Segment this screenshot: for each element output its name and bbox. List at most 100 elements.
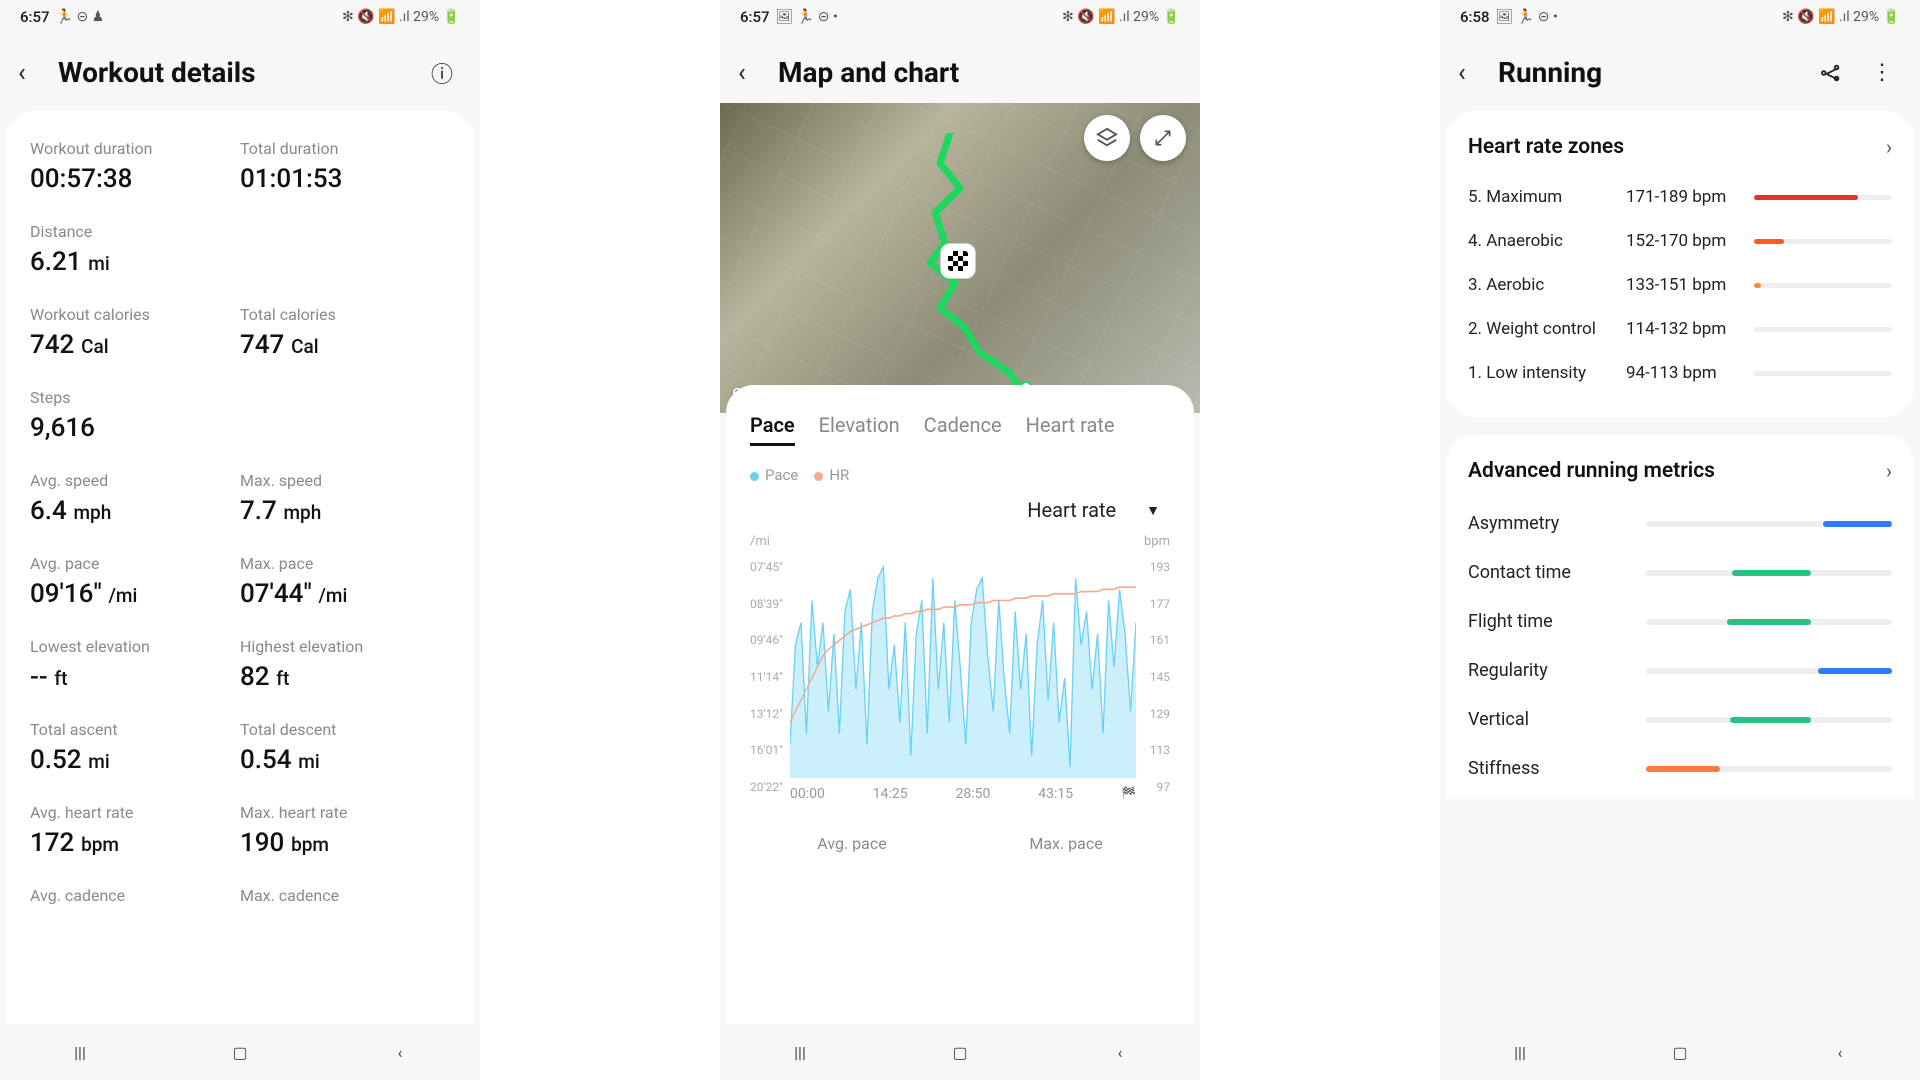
metric-max-pace: Max. pace07'44" /mi bbox=[240, 554, 450, 609]
metric-total-calories: Total calories747 Cal bbox=[240, 305, 450, 360]
finish-flag-icon: 🏁 bbox=[1121, 786, 1136, 802]
tab-heart-rate[interactable]: Heart rate bbox=[1026, 413, 1115, 446]
overlay-dropdown[interactable]: Heart rate ▼ bbox=[746, 496, 1174, 532]
metric-lowest-elevation: Lowest elevation-- ft bbox=[30, 637, 240, 692]
dropdown-label: Heart rate bbox=[1027, 498, 1116, 522]
ytick-right: 177 bbox=[1150, 597, 1170, 611]
status-bar: 6:57 🖼 🏃 ⊝ • ✻ 🔇 📶 .ıl 29% 🔋 bbox=[720, 0, 1200, 34]
more-icon[interactable]: ⋮ bbox=[1866, 57, 1898, 89]
ytick-right: 145 bbox=[1150, 670, 1170, 684]
finish-flag-icon bbox=[940, 243, 976, 279]
metric-distance: Distance6.21 mi bbox=[30, 222, 240, 277]
header: ‹ Running ⋮ bbox=[1440, 34, 1920, 111]
back-button[interactable]: ‹ bbox=[1458, 58, 1480, 88]
metric-avg-heart-rate: Avg. heart rate172 bpm bbox=[30, 803, 240, 858]
metric-workout-calories: Workout calories742 Cal bbox=[30, 305, 240, 360]
ytick-left: 07'45" bbox=[750, 560, 783, 574]
status-right-icons: ✻ 🔇 📶 .ıl 29% 🔋 bbox=[342, 9, 460, 25]
recents-button[interactable]: ||| bbox=[65, 1037, 95, 1067]
status-bar: 6:58 🖼 🏃 ⊝ • ✻ 🔇 📶 .ıl 29% 🔋 bbox=[1440, 0, 1920, 34]
bottom-stats: Avg. pace Max. pace bbox=[746, 808, 1174, 853]
status-left-icons: 🖼 🏃 ⊝ • bbox=[776, 9, 838, 25]
status-right-icons: ✻ 🔇 📶 .ıl 29% 🔋 bbox=[1782, 9, 1900, 25]
adv-row-vertical: Vertical bbox=[1468, 695, 1892, 744]
metric-avg-pace: Avg. pace09'16" /mi bbox=[30, 554, 240, 609]
ytick-left: 16'01" bbox=[750, 743, 783, 757]
advanced-metrics-title: Advanced running metrics bbox=[1468, 459, 1715, 483]
page-title: Workout details bbox=[58, 56, 408, 89]
advanced-metrics-card: Advanced running metrics › AsymmetryCont… bbox=[1446, 435, 1914, 799]
xtick: 28:50 bbox=[956, 786, 991, 802]
recents-button[interactable]: ||| bbox=[785, 1037, 815, 1067]
back-button[interactable]: ‹ bbox=[18, 58, 40, 88]
header: ‹ Map and chart bbox=[720, 34, 1200, 103]
status-time: 6:57 bbox=[740, 8, 770, 26]
nav-back-button[interactable]: ‹ bbox=[1105, 1037, 1135, 1067]
zone-row: 3. Aerobic133-151 bpm bbox=[1468, 263, 1892, 307]
hr-zones-title: Heart rate zones bbox=[1468, 135, 1624, 159]
xtick: 43:15 bbox=[1038, 786, 1073, 802]
ytick-right: 129 bbox=[1150, 707, 1170, 721]
chevron-right-icon: › bbox=[1886, 459, 1892, 483]
ytick-left: 08'39" bbox=[750, 597, 783, 611]
screen-map-chart: 6:57 🖼 🏃 ⊝ • ✻ 🔇 📶 .ıl 29% 🔋 ‹ Map and ch… bbox=[720, 0, 1200, 1080]
hr-zones-header[interactable]: Heart rate zones › bbox=[1468, 131, 1892, 175]
ytick-right: 97 bbox=[1157, 780, 1171, 794]
metrics-card: Workout duration00:57:38Total duration01… bbox=[6, 111, 474, 1024]
metric-max-cadence: Max. cadence bbox=[240, 886, 450, 941]
share-icon[interactable] bbox=[1816, 57, 1848, 89]
page-title: Running bbox=[1498, 56, 1798, 89]
tab-pace[interactable]: Pace bbox=[750, 413, 795, 446]
y-unit-left: /mi bbox=[750, 534, 770, 549]
header: ‹ Workout details ⓘ bbox=[0, 34, 480, 111]
system-navbar: ||| ▢ ‹ bbox=[720, 1024, 1200, 1080]
metric-total-ascent: Total ascent0.52 mi bbox=[30, 720, 240, 775]
ytick-right: 113 bbox=[1150, 743, 1170, 757]
metric-avg-speed: Avg. speed6.4 mph bbox=[30, 471, 240, 526]
advanced-metrics-header[interactable]: Advanced running metrics › bbox=[1468, 455, 1892, 499]
status-time: 6:58 bbox=[1460, 8, 1490, 26]
caret-down-icon: ▼ bbox=[1146, 502, 1160, 519]
tab-cadence[interactable]: Cadence bbox=[924, 413, 1002, 446]
tab-elevation[interactable]: Elevation bbox=[819, 413, 900, 446]
home-button[interactable]: ▢ bbox=[1665, 1037, 1695, 1067]
y-unit-right: bpm bbox=[1144, 534, 1170, 549]
status-time: 6:57 bbox=[20, 8, 50, 26]
chart-card: Pace Elevation Cadence Heart rate Pace HR H… bbox=[726, 385, 1194, 1024]
metric-steps: Steps9,616 bbox=[30, 388, 240, 443]
ytick-left: 20'22" bbox=[750, 780, 783, 794]
zone-row: 4. Anaerobic152-170 bpm bbox=[1468, 219, 1892, 263]
xtick: 00:00 bbox=[790, 786, 825, 802]
ytick-right: 161 bbox=[1150, 633, 1170, 647]
map[interactable]: Google bbox=[720, 103, 1200, 413]
layers-button[interactable] bbox=[1084, 115, 1130, 161]
info-icon[interactable]: ⓘ bbox=[426, 57, 458, 89]
max-pace-label: Max. pace bbox=[1029, 834, 1102, 853]
nav-back-button[interactable]: ‹ bbox=[385, 1037, 415, 1067]
ytick-left: 11'14" bbox=[750, 670, 783, 684]
zone-row: 5. Maximum171-189 bpm bbox=[1468, 175, 1892, 219]
status-right-icons: ✻ 🔇 📶 .ıl 29% 🔋 bbox=[1062, 9, 1180, 25]
status-left-icons: 🖼 🏃 ⊝ • bbox=[1496, 9, 1558, 25]
legend-pace: Pace bbox=[765, 466, 798, 484]
screen-workout-details: 6:57🏃 ⊝ ♟ ✻ 🔇 📶 .ıl 29% 🔋 ‹ Workout deta… bbox=[0, 0, 480, 1080]
chart-area: /mi bpm 07'45"08'39"09'46"11'14"13'12"16… bbox=[750, 538, 1170, 808]
chevron-right-icon: › bbox=[1886, 135, 1892, 159]
home-button[interactable]: ▢ bbox=[945, 1037, 975, 1067]
home-button[interactable]: ▢ bbox=[225, 1037, 255, 1067]
expand-button[interactable] bbox=[1140, 115, 1186, 161]
adv-row-stiffness: Stiffness bbox=[1468, 744, 1892, 793]
legend-hr: HR bbox=[829, 466, 849, 484]
back-button[interactable]: ‹ bbox=[738, 58, 760, 88]
system-navbar: ||| ▢ ‹ bbox=[1440, 1024, 1920, 1080]
adv-row-regularity: Regularity bbox=[1468, 646, 1892, 695]
adv-row-asymmetry: Asymmetry bbox=[1468, 499, 1892, 548]
metric-max-heart-rate: Max. heart rate190 bpm bbox=[240, 803, 450, 858]
metric-max-speed: Max. speed7.7 mph bbox=[240, 471, 450, 526]
nav-back-button[interactable]: ‹ bbox=[1825, 1037, 1855, 1067]
metric-highest-elevation: Highest elevation82 ft bbox=[240, 637, 450, 692]
zone-row: 2. Weight control114-132 bpm bbox=[1468, 307, 1892, 351]
adv-row-flight-time: Flight time bbox=[1468, 597, 1892, 646]
recents-button[interactable]: ||| bbox=[1505, 1037, 1535, 1067]
adv-row-contact-time: Contact time bbox=[1468, 548, 1892, 597]
